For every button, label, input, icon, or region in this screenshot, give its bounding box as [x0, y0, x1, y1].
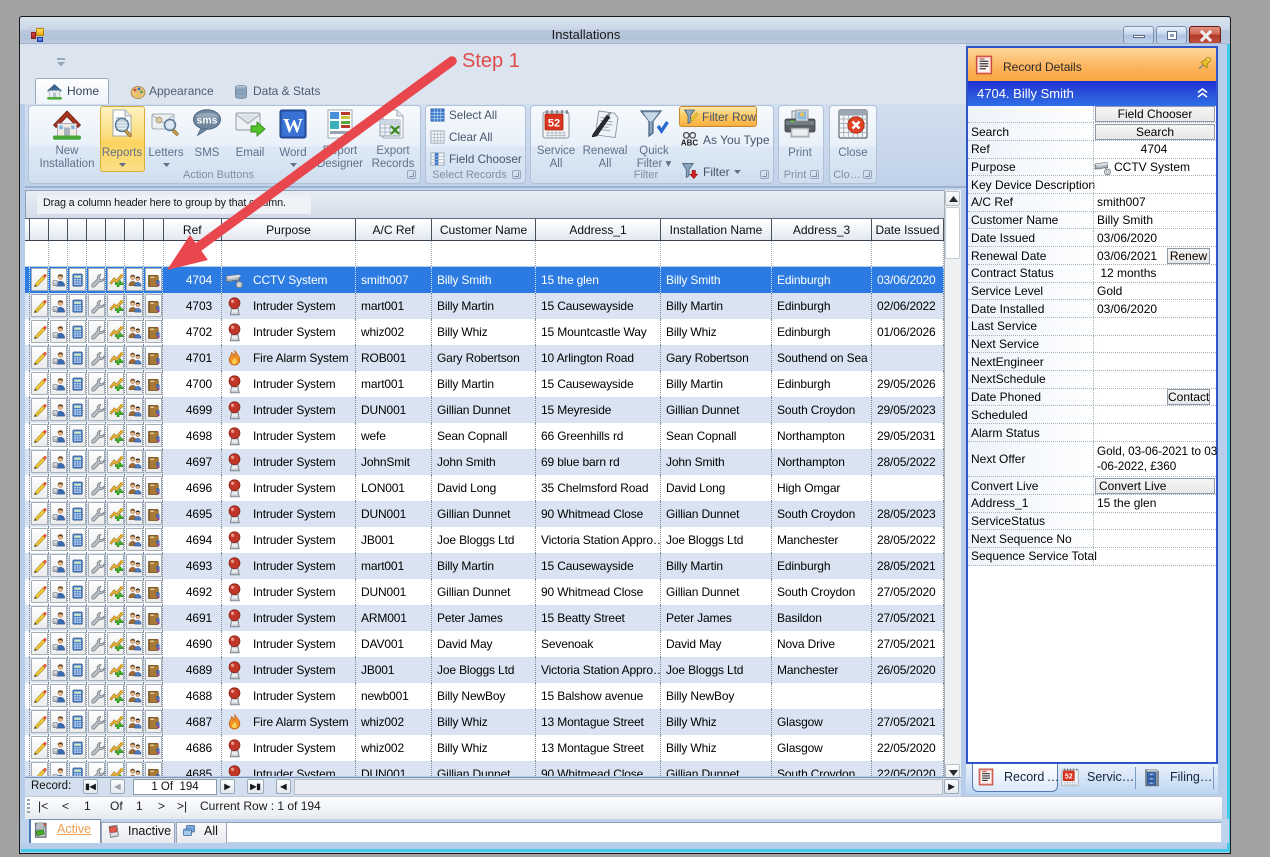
svg-text:52: 52 [548, 118, 560, 130]
svg-text:52: 52 [1065, 774, 1073, 781]
svg-text:W: W [283, 115, 303, 137]
svg-text:ABC: ABC [681, 138, 698, 147]
svg-text:sms: sms [196, 115, 217, 127]
